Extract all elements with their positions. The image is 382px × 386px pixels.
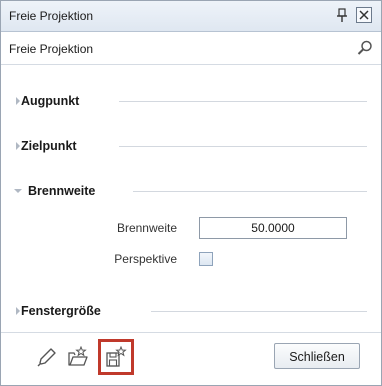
section-divider [133,191,367,192]
eyedropper-icon[interactable] [36,346,58,368]
section-divider [151,311,367,312]
pin-icon[interactable] [335,8,349,24]
section-label: Fenstergröße [21,304,101,318]
section-augpunkt[interactable]: Augpunkt [1,89,381,113]
brennweite-input[interactable]: 50.0000 [199,217,347,239]
section-brennweite[interactable]: Brennweite [1,179,381,203]
collapse-arrow-icon[interactable] [13,185,23,195]
section-label: Brennweite [28,184,96,198]
close-icon[interactable] [356,7,372,23]
header-row: Freie Projektion [1,32,381,65]
title-bar: Freie Projektion [1,1,381,32]
section-divider [119,101,367,102]
section-label: Augpunkt [21,94,80,108]
section-divider [119,146,367,147]
page-title: Freie Projektion [9,42,94,56]
section-zielpunkt[interactable]: Zielpunkt [1,134,381,158]
freie-projektion-panel: Freie Projektion Freie Projektion Augpun… [0,0,382,386]
section-fenstergroesse[interactable]: Fenstergröße [1,299,381,323]
search-icon[interactable] [356,39,374,57]
open-folder-star-icon[interactable] [67,345,89,368]
section-label: Zielpunkt [21,139,77,153]
perspektive-checkbox[interactable] [199,252,213,266]
perspektive-label: Perspektive [114,252,177,266]
window-title: Freie Projektion [9,9,94,23]
close-button[interactable]: Schließen [274,343,360,369]
highlight-box [98,339,134,375]
brennweite-label: Brennweite [116,221,177,235]
